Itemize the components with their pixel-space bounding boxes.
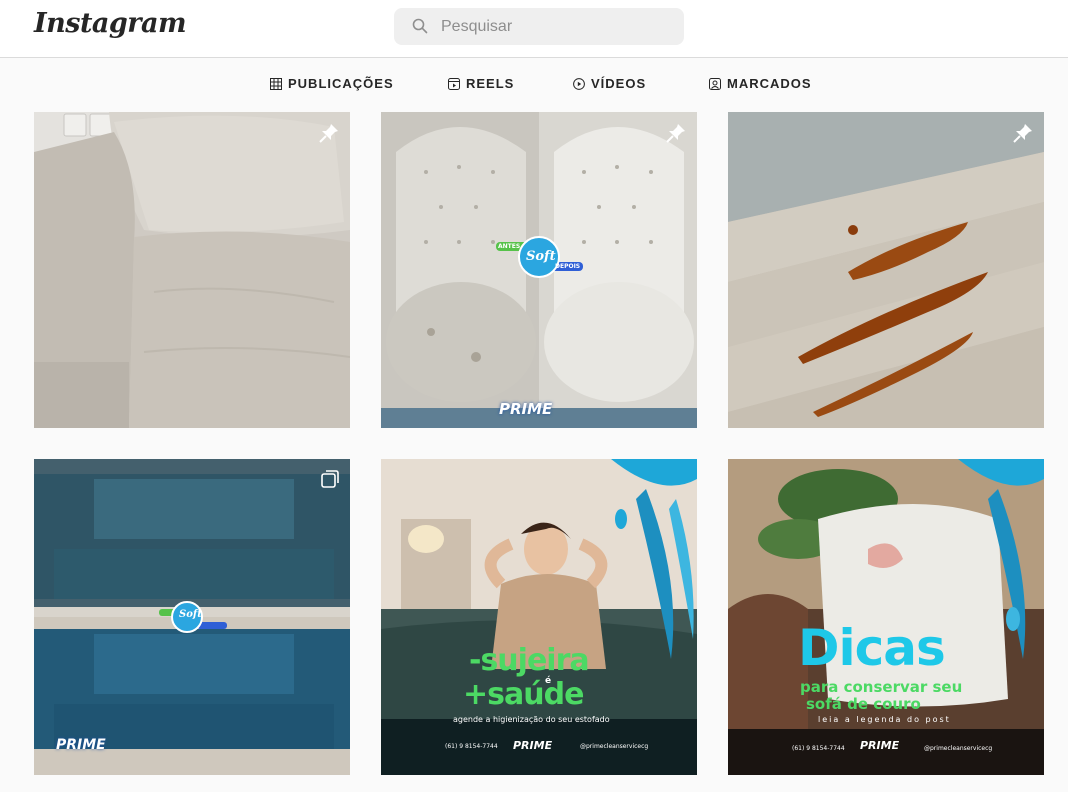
promo-headline-2: +saúde: [463, 677, 584, 712]
spill-on-fabric-photo: [728, 112, 1044, 428]
woman-relaxing-promo-image: [381, 459, 697, 775]
leather-sofa-tips-promo-image: [728, 459, 1044, 775]
tab-reels[interactable]: REELS: [448, 76, 514, 91]
promo-phone: (61) 9 8154-7744: [792, 745, 845, 752]
promo-headline-1: Dicas: [798, 619, 946, 677]
tab-videos[interactable]: VÍDEOS: [573, 76, 646, 91]
promo-headline-3: sofá de couro: [806, 695, 921, 713]
post-thumbnail-5[interactable]: -sujeira é +saúde agende a higienização …: [381, 459, 697, 775]
grid-icon: [270, 77, 282, 90]
promo-caption: agende a higienização do seu estofado: [453, 715, 610, 724]
prime-logo: PRIME: [56, 737, 106, 753]
post-thumbnail-1[interactable]: [34, 112, 350, 428]
prime-logo: PRIME: [513, 739, 553, 752]
tab-label: VÍDEOS: [591, 76, 647, 91]
search-box[interactable]: Pesquisar: [394, 8, 684, 45]
before-label: ANTES: [498, 243, 521, 250]
pin-icon: [319, 124, 338, 143]
reels-icon: [448, 77, 460, 90]
promo-handle: @primecleanservicecg: [580, 743, 649, 750]
instagram-logo[interactable]: Instagram: [34, 8, 187, 39]
post-thumbnail-3[interactable]: [728, 112, 1044, 428]
promo-caption: leia a legenda do post: [818, 715, 951, 724]
tab-label: PUBLICAÇÕES: [288, 76, 394, 91]
post-thumbnail-2[interactable]: ANTES DEPOIS Soft PRIME: [381, 112, 697, 428]
sofa-photo: [34, 112, 350, 428]
pin-icon: [666, 124, 685, 143]
promo-phone: (61) 9 8154-7744: [445, 743, 498, 750]
search-input[interactable]: Pesquisar: [441, 18, 512, 36]
after-label: DEPOIS: [555, 263, 581, 270]
pin-icon: [1013, 124, 1032, 143]
promo-handle: @primecleanservicecg: [924, 745, 993, 752]
post-thumbnail-4[interactable]: Soft PRIME: [34, 459, 350, 775]
soft-badge: Soft: [526, 249, 556, 264]
search-icon: [412, 18, 428, 34]
tab-marcados[interactable]: MARCADOS: [709, 76, 812, 91]
prime-logo: PRIME: [499, 400, 553, 418]
carousel-icon: [321, 470, 339, 488]
tab-publicacoes[interactable]: PUBLICAÇÕES: [270, 76, 394, 91]
promo-headline-2: para conservar seu: [800, 678, 963, 696]
promo-headline-1: -sujeira: [469, 643, 590, 678]
armchair-before-after-photo: [381, 112, 697, 428]
tab-label: REELS: [466, 76, 515, 91]
top-bar: Instagram Pesquisar: [0, 0, 1068, 58]
tab-label: MARCADOS: [727, 76, 812, 91]
tagged-icon: [709, 77, 721, 90]
play-icon: [573, 77, 585, 90]
soft-badge: Soft: [179, 609, 202, 620]
post-thumbnail-6[interactable]: Dicas para conservar seu sofá de couro l…: [728, 459, 1044, 775]
profile-tabs: PUBLICAÇÕES REELS VÍDEOS MARCADOS: [0, 58, 1068, 110]
prime-logo: PRIME: [860, 739, 900, 752]
